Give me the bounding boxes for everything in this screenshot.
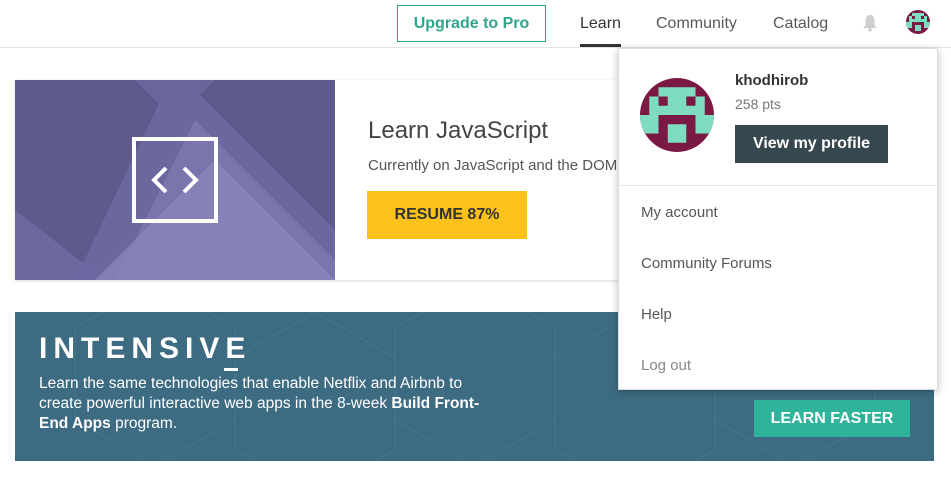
nav-catalog[interactable]: Catalog: [773, 0, 828, 47]
bell-icon[interactable]: [862, 14, 878, 32]
menu-item-my-account[interactable]: My account: [641, 204, 718, 221]
course-subtitle: Currently on JavaScript and the DOM: [368, 157, 618, 174]
view-profile-button[interactable]: View my profile: [735, 125, 888, 163]
learn-faster-button[interactable]: LEARN FASTER: [754, 400, 910, 437]
description-suffix: program.: [110, 415, 178, 432]
course-title: Learn JavaScript: [368, 117, 549, 144]
username: khodhirob: [735, 72, 809, 89]
nav-learn[interactable]: Learn: [580, 0, 621, 47]
profile-dropdown: khodhirob 258 pts View my profile My acc…: [618, 48, 938, 390]
course-art: [15, 80, 335, 280]
nav-community[interactable]: Community: [656, 0, 737, 47]
top-nav-bar: Upgrade to Pro Learn Community Catalog: [0, 0, 951, 48]
upgrade-button[interactable]: Upgrade to Pro: [397, 5, 546, 42]
intensive-title: INTENSIVE: [39, 332, 252, 365]
code-brackets-icon: [132, 137, 218, 223]
profile-avatar: [640, 78, 714, 152]
menu-item-community-forums[interactable]: Community Forums: [641, 255, 772, 272]
title-underline: [224, 368, 238, 371]
avatar[interactable]: [906, 10, 930, 34]
points: 258 pts: [735, 96, 781, 112]
menu-item-log-out[interactable]: Log out: [641, 357, 691, 374]
menu-item-help[interactable]: Help: [641, 306, 672, 323]
resume-button[interactable]: RESUME 87%: [367, 191, 527, 239]
divider: [619, 185, 937, 186]
intensive-description: Learn the same technologies that enable …: [39, 374, 489, 434]
course-card: Learn JavaScript Currently on JavaScript…: [15, 80, 645, 280]
